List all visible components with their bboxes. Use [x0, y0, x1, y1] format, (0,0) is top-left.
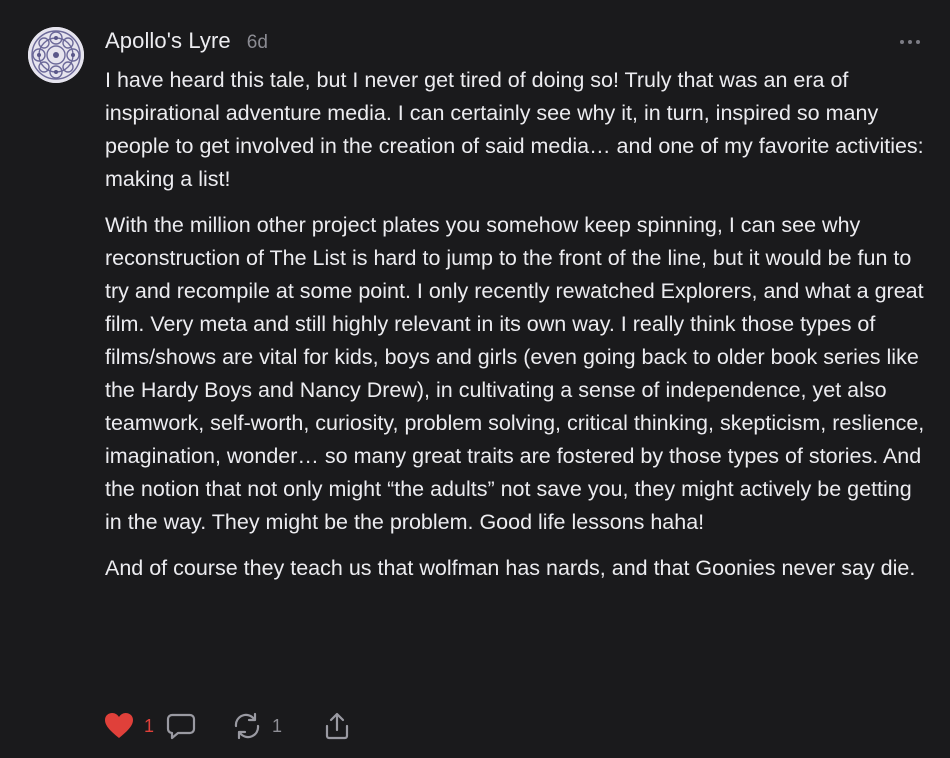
heart-icon [105, 713, 133, 738]
share-button[interactable] [322, 712, 352, 740]
reply-button[interactable] [166, 712, 232, 740]
comment-actions: 1 1 [104, 709, 352, 743]
avatar[interactable] [28, 27, 84, 83]
restack-count: 1 [272, 715, 283, 736]
share-icon [325, 712, 349, 740]
comment-paragraph: I have heard this tale, but I never get … [105, 68, 924, 191]
comment-paragraph: With the million other project plates yo… [105, 213, 925, 534]
more-options-button[interactable] [897, 32, 923, 52]
avatar-image [28, 27, 84, 83]
speech-bubble-icon [166, 713, 196, 740]
restack-button[interactable]: 1 [232, 712, 322, 740]
restack-icon [234, 712, 260, 740]
more-horizontal-icon [900, 40, 920, 44]
comment: Apollo's Lyre 6d I have heard this tale,… [0, 0, 950, 758]
comment-header: Apollo's Lyre 6d [105, 28, 268, 60]
like-count: 1 [144, 715, 155, 736]
like-button[interactable]: 1 [104, 712, 166, 740]
author-name[interactable]: Apollo's Lyre [105, 28, 231, 54]
comment-body: I have heard this tale, but I never get … [105, 64, 927, 598]
timestamp[interactable]: 6d [247, 32, 268, 54]
comment-paragraph: And of course they teach us that wolfman… [105, 556, 916, 580]
